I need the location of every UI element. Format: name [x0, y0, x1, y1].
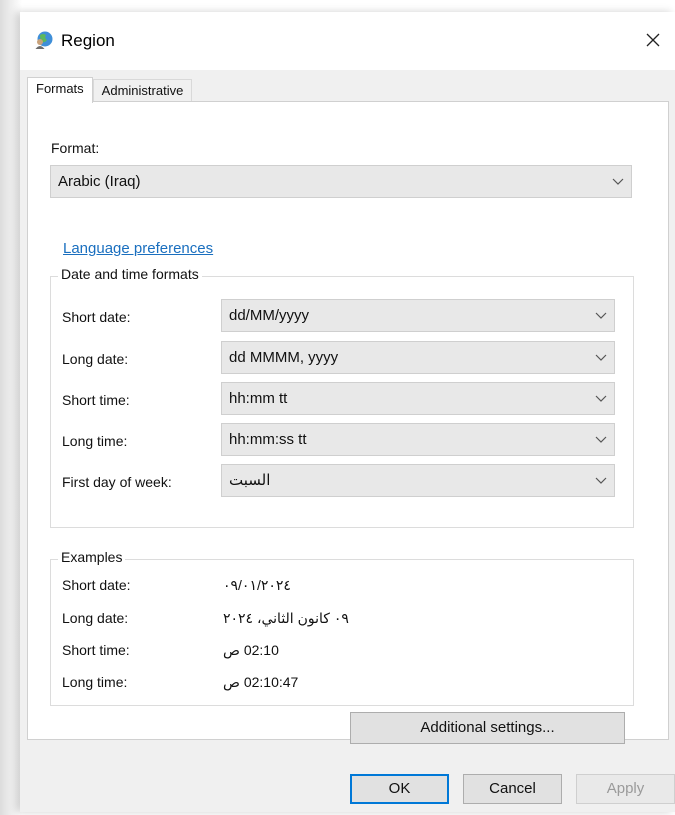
tab-administrative[interactable]: Administrative: [92, 79, 193, 102]
format-value: Arabic (Iraq): [58, 173, 141, 190]
first-day-of-week-label: First day of week:: [62, 474, 172, 490]
example-long-time-label: Long time:: [62, 674, 128, 690]
chevron-down-icon: [595, 395, 607, 402]
language-preferences-link[interactable]: Language preferences: [63, 240, 213, 257]
formats-panel: Format: Arabic (Iraq) Language preferenc…: [27, 101, 669, 740]
long-time-value: hh:mm:ss tt: [229, 431, 307, 448]
short-time-dropdown[interactable]: hh:mm tt: [221, 382, 615, 415]
short-time-label: Short time:: [62, 392, 130, 408]
format-dropdown[interactable]: Arabic (Iraq): [50, 165, 632, 198]
chevron-down-icon: [595, 312, 607, 319]
examples-group: [50, 559, 634, 706]
long-date-value: dd MMMM, yyyy: [229, 349, 339, 366]
date-time-formats-title: Date and time formats: [58, 266, 202, 282]
example-short-date-label: Short date:: [62, 577, 131, 593]
short-time-value: hh:mm tt: [229, 390, 288, 407]
tab-strip: Formats Administrative: [27, 77, 193, 103]
example-long-date-label: Long date:: [62, 610, 129, 626]
close-icon: [646, 33, 660, 47]
ok-button[interactable]: OK: [350, 774, 449, 804]
example-long-time-value: 02:10:47 ص: [223, 674, 299, 690]
chevron-down-icon: [595, 436, 607, 443]
chevron-down-icon: [612, 178, 624, 185]
examples-title: Examples: [58, 549, 126, 565]
window-title: Region: [61, 31, 115, 50]
long-date-label: Long date:: [62, 351, 129, 367]
short-date-value: dd/MM/yyyy: [229, 307, 310, 324]
short-date-dropdown[interactable]: dd/MM/yyyy: [221, 299, 615, 332]
long-date-dropdown[interactable]: dd MMMM, yyyy: [221, 341, 615, 374]
title-bar: Region: [20, 12, 675, 70]
long-time-label: Long time:: [62, 433, 128, 449]
chevron-down-icon: [595, 354, 607, 361]
example-short-time-label: Short time:: [62, 642, 130, 658]
example-short-time-value: 02:10 ص: [223, 642, 279, 658]
format-label: Format:: [51, 140, 100, 156]
example-short-date-value: ٠٩/٠١/٢٠٢٤: [223, 577, 291, 593]
tab-formats[interactable]: Formats: [27, 77, 93, 103]
close-button[interactable]: [639, 26, 667, 54]
apply-button[interactable]: Apply: [576, 774, 675, 804]
short-date-label: Short date:: [62, 309, 131, 325]
cancel-button[interactable]: Cancel: [463, 774, 562, 804]
additional-settings-button[interactable]: Additional settings...: [350, 712, 625, 744]
chevron-down-icon: [595, 477, 607, 484]
example-long-date-value: ٠٩ كانون الثاني، ٢٠٢٤: [223, 610, 349, 626]
globe-person-icon: [34, 30, 54, 50]
first-day-of-week-dropdown[interactable]: السبت: [221, 464, 615, 497]
long-time-dropdown[interactable]: hh:mm:ss tt: [221, 423, 615, 456]
region-dialog: Region Formats Administrative Format: Ar…: [20, 12, 675, 812]
first-day-of-week-value: السبت: [229, 472, 271, 489]
